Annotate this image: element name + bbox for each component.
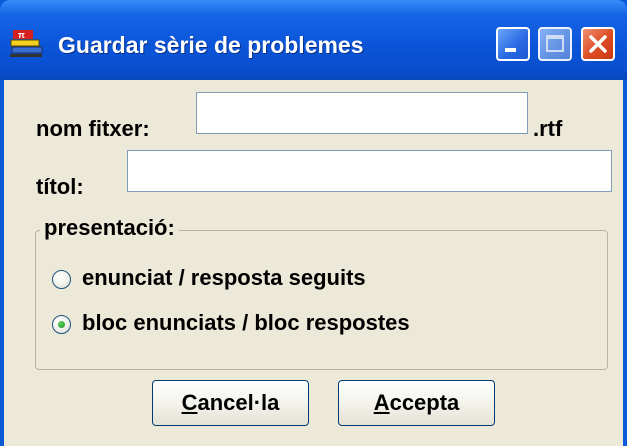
minimize-icon xyxy=(505,48,516,52)
radio-option-label: enunciat / resposta seguits xyxy=(82,265,366,290)
title-input[interactable] xyxy=(127,150,612,192)
maximize-button[interactable] xyxy=(538,27,572,61)
close-icon xyxy=(589,35,607,53)
maximize-icon xyxy=(546,35,564,52)
dialog-window: π Guardar sèrie de problemes nom fitxer:… xyxy=(0,0,627,446)
minimize-button[interactable] xyxy=(496,27,530,61)
filename-extension: .rtf xyxy=(533,116,563,141)
window-title: Guardar sèrie de problemes xyxy=(58,32,364,58)
radio-option-sequential[interactable]: enunciat / resposta seguits xyxy=(52,265,472,295)
radio-option-block[interactable]: bloc enunciats / bloc respostes xyxy=(52,310,522,340)
radio-option-label: bloc enunciats / bloc respostes xyxy=(82,310,410,335)
presentation-legend: presentació: xyxy=(40,215,179,241)
dialog-body: nom fitxer: .rtf títol: presentació: enu… xyxy=(4,80,623,446)
filename-input[interactable] xyxy=(196,92,528,134)
title-bar[interactable]: π Guardar sèrie de problemes xyxy=(0,0,627,80)
app-books-icon: π xyxy=(10,28,44,58)
close-button[interactable] xyxy=(581,27,615,61)
radio-button-checked[interactable] xyxy=(52,315,71,334)
accept-mnemonic: A xyxy=(373,390,390,415)
radio-button[interactable] xyxy=(52,270,71,289)
accept-label: ccepta xyxy=(389,390,460,415)
title-label: títol: xyxy=(36,174,84,199)
svg-text:π: π xyxy=(18,30,25,40)
accept-button[interactable]: Accepta xyxy=(338,380,495,426)
cancel-button[interactable]: Cancel·la xyxy=(152,380,309,426)
cancel-mnemonic: C xyxy=(181,390,198,415)
filename-label: nom fitxer: xyxy=(36,116,150,141)
presentation-group xyxy=(35,230,608,370)
cancel-label: ancel·la xyxy=(197,390,280,415)
